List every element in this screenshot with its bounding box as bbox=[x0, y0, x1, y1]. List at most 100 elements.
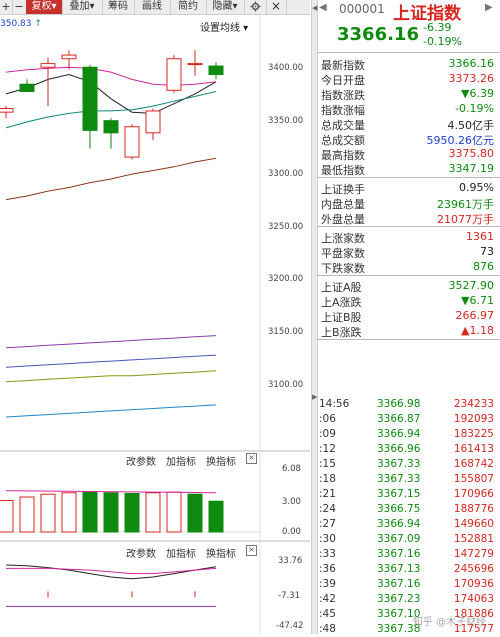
tick-row: :27 3366.94 149660 bbox=[317, 517, 498, 532]
simple-mode-button[interactable]: 简约 bbox=[170, 0, 207, 14]
tick-price: 3366.96 bbox=[377, 443, 421, 455]
close-icon[interactable]: × bbox=[266, 0, 287, 14]
quote-row-value: 73 bbox=[480, 245, 494, 258]
candle-body bbox=[145, 110, 161, 134]
quote-row: 上涨家数 1361 bbox=[317, 229, 498, 245]
ma-line bbox=[5, 404, 217, 418]
tick-volume: 170966 bbox=[453, 488, 494, 500]
price-tick: 3400.00 bbox=[268, 63, 304, 73]
quote-row-value: 3366.16 bbox=[448, 57, 495, 70]
quote-row-value: ▼6.39 bbox=[461, 87, 494, 100]
quote-row-label: 最低指数 bbox=[321, 164, 365, 177]
quote-row: 最低指数 3347.19 bbox=[317, 161, 498, 177]
chart-toolbar: + − 复权▾ 叠加▾ 筹码 画线 简约 隐藏▾ × bbox=[0, 0, 310, 15]
section-divider bbox=[317, 339, 500, 340]
ma-line bbox=[5, 157, 217, 201]
tick-price: 3367.16 bbox=[377, 548, 421, 560]
candle-body bbox=[187, 63, 203, 66]
tick-time: :06 bbox=[319, 413, 336, 425]
candle bbox=[187, 50, 203, 76]
prev-arrow-icon[interactable]: ◀ bbox=[319, 2, 327, 13]
zoom-out-button[interactable]: − bbox=[12, 0, 27, 14]
quote-row-value: 0.95% bbox=[459, 181, 494, 194]
quote-row: 上证换手 0.95% bbox=[317, 180, 498, 196]
tick-time: :12 bbox=[319, 443, 336, 455]
macd-tick: 0.00 bbox=[282, 527, 301, 537]
tick-row: :09 3366.94 183225 bbox=[317, 427, 498, 442]
kdj-close-icon[interactable]: × bbox=[246, 545, 257, 556]
quote-row: 最新指数 3366.16 bbox=[317, 56, 498, 72]
candle-body bbox=[103, 120, 119, 134]
next-arrow-icon[interactable]: ▶ bbox=[485, 2, 493, 13]
quote-row-label: 下跌家数 bbox=[321, 262, 365, 275]
ma-line bbox=[5, 73, 217, 114]
chip-button[interactable]: 筹码 bbox=[102, 0, 135, 14]
quote-row-value: ▼6.71 bbox=[461, 294, 494, 307]
tick-volume: 161413 bbox=[453, 443, 494, 455]
kdj-tick: -7.31 bbox=[278, 591, 300, 601]
quote-row: 平盘家数 73 bbox=[317, 244, 498, 260]
quote-row: 最高指数 3375.80 bbox=[317, 146, 498, 162]
tick-price: 3367.23 bbox=[377, 593, 421, 605]
tick-volume: 245696 bbox=[453, 563, 494, 575]
tick-row: :39 3367.16 170936 bbox=[317, 577, 498, 592]
macd-bar bbox=[166, 491, 182, 533]
tick-time: :36 bbox=[319, 563, 336, 575]
overlay-dropdown[interactable]: 叠加▾ bbox=[62, 0, 103, 14]
macd-bar bbox=[208, 500, 224, 533]
tick-row: :33 3367.16 147279 bbox=[317, 547, 498, 562]
tick-time: 14:56 bbox=[319, 398, 350, 410]
macd-bar bbox=[82, 491, 98, 533]
candle bbox=[82, 64, 98, 149]
macd-close-icon[interactable]: × bbox=[246, 453, 257, 464]
quote-row-label: 上B涨跌 bbox=[321, 326, 362, 339]
draw-line-button[interactable]: 画线 bbox=[134, 0, 171, 14]
quote-row: 上证B股 266.97 bbox=[317, 308, 498, 324]
quote-row: 外盘总量 21077万手 bbox=[317, 210, 498, 226]
stock-code: 000001 bbox=[339, 2, 385, 16]
tick-volume: 149660 bbox=[453, 518, 494, 530]
macd-bar bbox=[124, 493, 140, 533]
tick-row: :12 3366.96 161413 bbox=[317, 442, 498, 457]
hide-dropdown[interactable]: 隐藏▾ bbox=[206, 0, 245, 14]
macd-tick: 3.00 bbox=[282, 497, 301, 507]
tick-price: 3367.15 bbox=[377, 488, 421, 500]
macd-bar bbox=[61, 492, 77, 533]
overlay-label: 叠加 bbox=[69, 1, 90, 12]
fuquan-dropdown[interactable]: 复权▾ bbox=[26, 0, 63, 14]
price-tick: 3350.00 bbox=[268, 116, 304, 126]
fuquan-label: 复权 bbox=[31, 1, 52, 12]
candle-body bbox=[124, 126, 140, 158]
kdj-add-indicator-button[interactable]: 加指标 bbox=[166, 545, 196, 560]
tick-volume: 174063 bbox=[453, 593, 494, 605]
tick-time: :15 bbox=[319, 458, 336, 470]
kdj-switch-indicator-button[interactable]: 换指标 bbox=[206, 545, 236, 560]
tick-price: 3367.09 bbox=[377, 533, 421, 545]
quote-row-value: -0.19% bbox=[455, 102, 494, 115]
candle-body bbox=[19, 83, 35, 93]
kdj-param-button[interactable]: 改参数 bbox=[126, 545, 156, 560]
gear-icon[interactable] bbox=[244, 0, 267, 14]
tick-price: 3366.87 bbox=[377, 413, 421, 425]
candle bbox=[124, 124, 140, 160]
last-price: 3366.16 bbox=[337, 24, 419, 45]
tick-price: 3367.16 bbox=[377, 578, 421, 590]
quote-row: 总成交量 4.50亿手 bbox=[317, 116, 498, 132]
kdj-tick: -47.42 bbox=[276, 621, 304, 631]
price-change-pct: -0.19% bbox=[423, 35, 462, 48]
candle bbox=[166, 55, 182, 93]
quote-row-value: 3373.26 bbox=[448, 72, 495, 85]
tick-price: 3367.33 bbox=[377, 458, 421, 470]
quote-row-value: ▲1.18 bbox=[461, 324, 494, 337]
tick-volume: 147279 bbox=[453, 548, 494, 560]
ma-line bbox=[5, 354, 217, 368]
quote-row-value: 266.97 bbox=[455, 309, 495, 322]
candle bbox=[208, 62, 224, 80]
macd-bar bbox=[187, 493, 203, 533]
macd-add-indicator-button[interactable]: 加指标 bbox=[166, 453, 196, 468]
macd-bar bbox=[103, 492, 119, 533]
macd-param-button[interactable]: 改参数 bbox=[126, 453, 156, 468]
quote-row: 内盘总量 23961万手 bbox=[317, 195, 498, 211]
quote-row: 指数涨幅 -0.19% bbox=[317, 101, 498, 117]
macd-switch-indicator-button[interactable]: 换指标 bbox=[206, 453, 236, 468]
